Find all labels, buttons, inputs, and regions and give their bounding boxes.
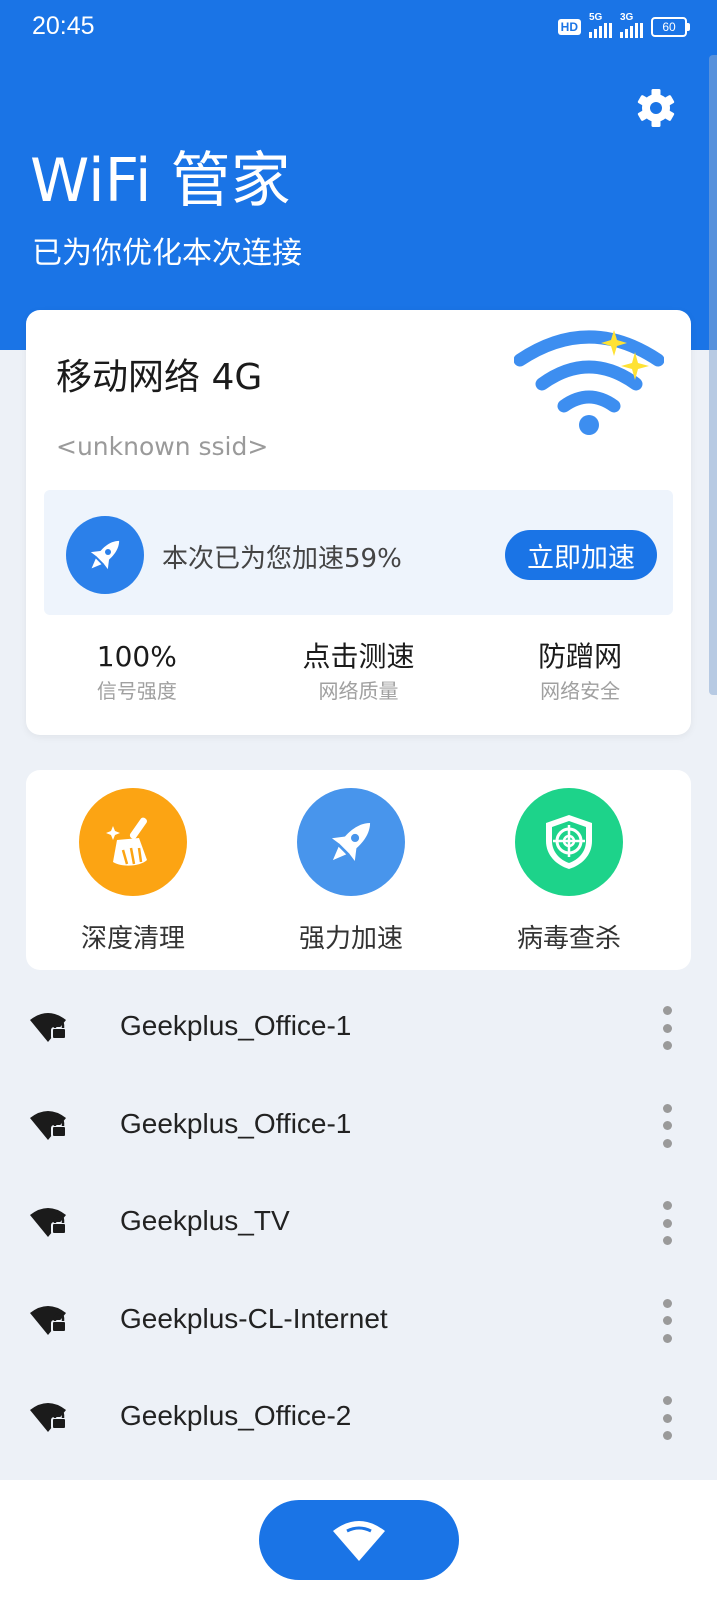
stat-label: 网络安全	[540, 679, 621, 703]
wifi-list: Geekplus_Office-1 Geekplus_Office-1 Geek…	[0, 978, 717, 1466]
wifi-locked-icon	[30, 1110, 67, 1140]
boost-status-text: 本次已为您加速59%	[162, 544, 402, 574]
network-stats: 100% 信号强度 点击测速 网络质量 防蹭网 网络安全	[26, 638, 691, 718]
network-ssid: <unknown ssid>	[56, 432, 269, 461]
settings-button[interactable]	[632, 84, 680, 132]
tools-card: 深度清理 强力加速 病毒查杀	[26, 770, 691, 970]
more-options-icon[interactable]	[652, 1396, 682, 1440]
status-icons: HD 5G 3G 60	[557, 12, 690, 38]
signal-5g-label: 5G	[589, 12, 603, 23]
gear-icon	[637, 89, 675, 127]
tool-label: 深度清理	[80, 924, 185, 954]
tool-label: 病毒查杀	[516, 924, 621, 954]
list-item[interactable]: Geekplus_Office-1	[0, 978, 717, 1076]
app-title: WiFi 管家	[30, 146, 291, 216]
wifi-locked-icon	[30, 1208, 67, 1237]
boost-now-button[interactable]: 立即加速	[505, 530, 657, 580]
wifi-scan-button[interactable]	[259, 1500, 459, 1580]
list-item[interactable]: Geekplus_TV	[0, 1173, 717, 1271]
more-options-icon[interactable]	[652, 1103, 682, 1148]
signal-3g-icon: 3G	[620, 12, 643, 38]
status-time: 20:45	[32, 12, 95, 40]
stat-value: 防蹭网	[538, 640, 623, 673]
rocket-badge	[66, 516, 144, 594]
stat-value: 点击测速	[302, 640, 415, 673]
stat-label: 信号强度	[96, 679, 177, 703]
stat-speed-test[interactable]: 点击测速 网络质量	[248, 638, 470, 718]
tool-circle	[79, 788, 187, 896]
more-options-icon[interactable]	[652, 1201, 682, 1245]
broom-icon	[106, 817, 147, 866]
stat-signal-strength[interactable]: 100% 信号强度	[26, 638, 248, 718]
wifi-locked-icon	[30, 1305, 67, 1335]
wifi-ssid: Geekplus_Office-1	[120, 1107, 352, 1139]
signal-3g-label: 3G	[620, 12, 634, 23]
network-card: 移动网络 4G <unknown ssid> 本次已为您加速59% 立即加速 1…	[26, 310, 691, 735]
status-bar: 20:45 HD 5G 3G 60	[0, 0, 717, 56]
stat-anti-freeload[interactable]: 防蹭网 网络安全	[469, 638, 691, 718]
rocket-icon	[331, 822, 371, 862]
wifi-locked-icon	[30, 1403, 67, 1432]
wifi-ssid: Geekplus-CL-Internet	[120, 1302, 388, 1334]
stat-label: 网络质量	[318, 679, 399, 703]
wifi-illustration-icon	[514, 330, 664, 435]
signal-5g-icon: 5G	[589, 12, 612, 38]
tool-power-boost[interactable]: 强力加速	[271, 788, 431, 955]
list-item[interactable]: Geekplus_Office-2	[0, 1368, 717, 1466]
shield-icon	[546, 815, 592, 869]
tool-deep-clean[interactable]: 深度清理	[53, 788, 213, 955]
rocket-icon	[90, 540, 120, 570]
scroll-indicator[interactable]	[709, 55, 717, 695]
wifi-ssid: Geekplus_TV	[120, 1205, 290, 1236]
tool-label: 强力加速	[298, 924, 403, 954]
hd-icon: HD	[557, 19, 581, 35]
tool-virus-scan[interactable]: 病毒查杀	[489, 788, 649, 955]
battery-icon: 60	[651, 17, 690, 37]
tool-circle	[515, 788, 623, 896]
network-name: 移动网络 4G	[56, 357, 263, 398]
wifi-ssid: Geekplus_Office-1	[120, 1010, 352, 1041]
list-item[interactable]: Geekplus_Office-1	[0, 1076, 717, 1174]
wifi-ssid: Geekplus_Office-2	[120, 1400, 352, 1431]
boost-panel: 本次已为您加速59% 立即加速	[44, 490, 673, 615]
more-options-icon[interactable]	[652, 1006, 682, 1050]
wifi-locked-icon	[30, 1013, 67, 1042]
stat-value: 100%	[96, 640, 177, 673]
bottom-bar	[0, 1480, 717, 1600]
app-subtitle: 已为你优化本次连接	[32, 236, 302, 271]
more-options-icon[interactable]	[652, 1298, 682, 1343]
tool-circle	[297, 788, 405, 896]
list-item[interactable]: Geekplus-CL-Internet	[0, 1271, 717, 1369]
wifi-icon	[333, 1521, 385, 1561]
